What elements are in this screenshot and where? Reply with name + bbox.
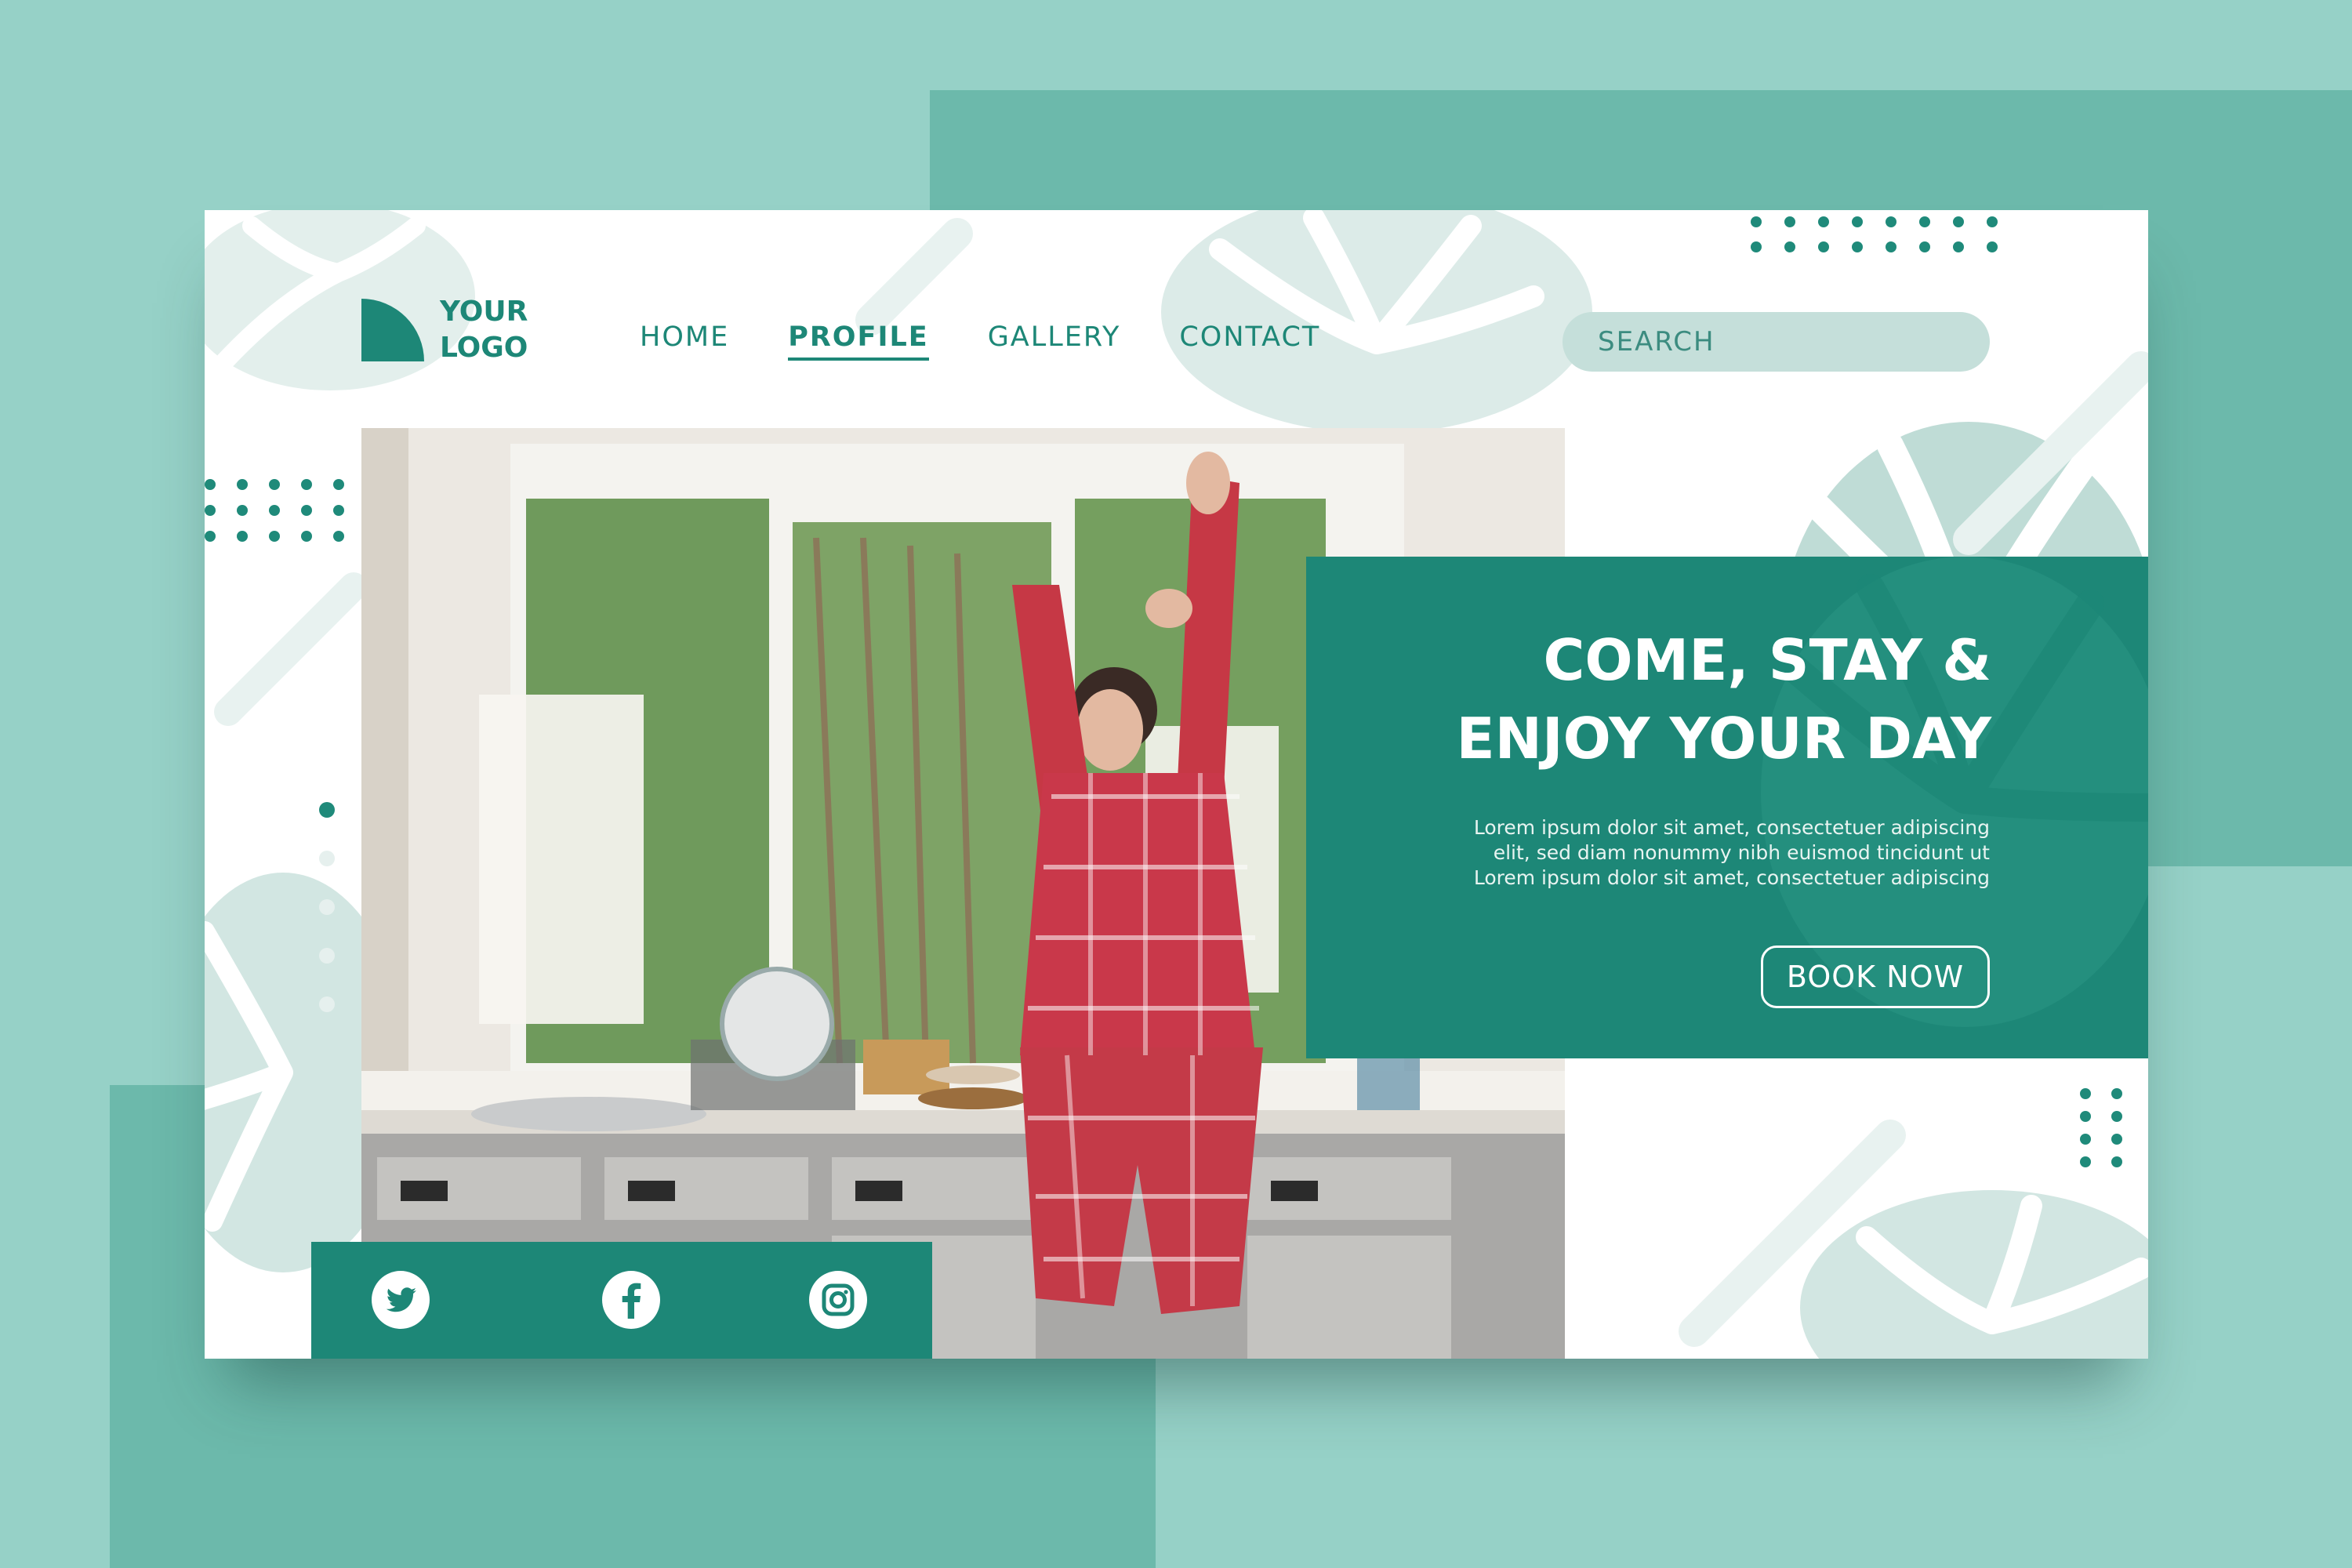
hero-title-line2: ENJOY YOUR DAY — [1456, 706, 1991, 771]
hero-title-line1: COME, STAY & — [1543, 627, 1992, 693]
facebook-icon[interactable] — [601, 1270, 661, 1330]
main-nav: HOME PROFILE GALLERY CONTACT — [640, 321, 1379, 361]
landing-page-card: YOUR LOGO HOME PROFILE GALLERY CONTACT S… — [205, 210, 2148, 1359]
hero-panel: COME, STAY & ENJOY YOUR DAY Lorem ipsum … — [1306, 557, 2148, 1058]
logo-text-line2: LOGO — [440, 332, 528, 364]
dot-pattern-vertical — [319, 802, 335, 1012]
logo-text: YOUR LOGO — [440, 294, 542, 366]
dot-pattern-right — [2080, 1088, 2122, 1167]
dot-pattern-top-right — [1751, 216, 1998, 252]
dot-pattern-left — [205, 479, 344, 542]
nav-item-gallery[interactable]: GALLERY — [988, 321, 1121, 361]
social-bar — [311, 1242, 932, 1359]
twitter-icon[interactable] — [371, 1270, 430, 1330]
hero-description: Lorem ipsum dolor sit amet, consectetuer… — [1441, 815, 1990, 891]
logo-text-line1: YOUR — [440, 296, 528, 328]
nav-item-contact[interactable]: CONTACT — [1179, 321, 1320, 361]
nav-item-profile[interactable]: PROFILE — [788, 321, 929, 361]
instagram-icon[interactable] — [808, 1270, 868, 1330]
search-input[interactable] — [1563, 312, 1990, 372]
nav-item-home[interactable]: HOME — [640, 321, 729, 361]
hero-title: COME, STAY & ENJOY YOUR DAY — [1456, 621, 1991, 778]
hero-description-line2: elit, sed diam nonummy nibh euismod tinc… — [1493, 841, 1990, 864]
book-now-button[interactable]: BOOK NOW — [1761, 946, 1990, 1008]
hero-description-line1: Lorem ipsum dolor sit amet, consectetuer… — [1473, 816, 1990, 839]
logo[interactable]: YOUR LOGO — [361, 294, 542, 366]
logo-mark-icon — [361, 299, 424, 361]
hero-description-line3: Lorem ipsum dolor sit amet, consectetuer… — [1473, 866, 1990, 889]
